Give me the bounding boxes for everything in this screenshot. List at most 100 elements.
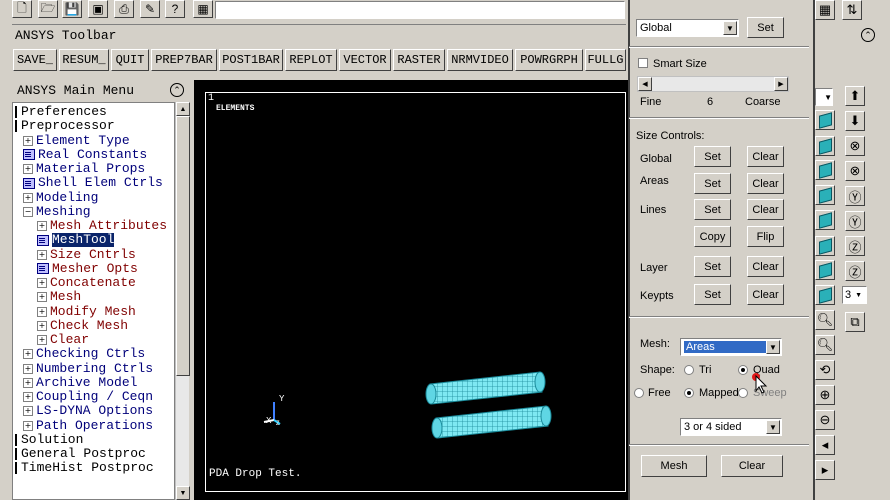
pan-left-icon[interactable]: ◂ <box>815 435 835 455</box>
prep7bar-button[interactable]: PREP7BAR <box>151 49 217 71</box>
expand-icon[interactable]: + <box>37 278 47 288</box>
menu-item-mesh-attributes[interactable]: + Mesh Attributes <box>13 219 167 233</box>
pin-icon[interactable]: ⇅ <box>842 0 862 20</box>
expand-icon[interactable]: + <box>23 349 33 360</box>
view-left-icon[interactable] <box>815 236 835 256</box>
save-button[interactable]: SAVE_ <box>13 49 57 71</box>
lines-set-button[interactable]: Set <box>694 199 731 220</box>
expand-icon[interactable]: + <box>37 221 47 231</box>
keypts-set-button[interactable]: Set <box>694 284 731 305</box>
replot-button[interactable]: REPLOT <box>285 49 337 71</box>
view-iso-icon[interactable] <box>815 260 835 280</box>
expand-icon[interactable]: + <box>23 192 33 203</box>
mesh-button[interactable]: Mesh <box>641 455 707 477</box>
post1bar-button[interactable]: POST1BAR <box>219 49 283 71</box>
expand-icon[interactable]: + <box>37 292 47 303</box>
rotate-y-icon[interactable]: Ⓨ <box>845 186 865 206</box>
layer-set-button[interactable]: Set <box>694 256 731 277</box>
menu-item-solution[interactable]: Solution <box>13 432 83 447</box>
expand-icon[interactable]: + <box>23 377 33 388</box>
element-attributes-select[interactable]: Global ▼ <box>636 19 739 37</box>
smart-size-slider[interactable]: ◀ ▶ <box>637 76 789 92</box>
view-oblique-icon[interactable] <box>815 285 835 305</box>
menu-item-ls-dyna-options[interactable]: + LS-DYNA Options <box>13 404 153 418</box>
powrgrph-button[interactable]: POWRGRPH <box>515 49 583 71</box>
expand-icon[interactable]: + <box>23 420 33 431</box>
zoom-box-icon[interactable]: 🔍︎ <box>815 335 835 355</box>
zoom-back-icon[interactable]: ⟲ <box>815 360 835 380</box>
quit-button[interactable]: QUIT <box>111 49 149 71</box>
menu-item-material-props[interactable]: + Material Props <box>13 162 145 176</box>
zoom-in-icon[interactable]: ⊕ <box>815 385 835 405</box>
menu-item-path-operations[interactable]: + Path Operations <box>13 418 153 433</box>
collapse-toolbar-icon[interactable]: ⌃ <box>861 28 875 42</box>
menu-item-timehist-postproc[interactable]: TimeHist Postproc <box>13 461 154 475</box>
expand-icon[interactable]: + <box>37 320 47 331</box>
sweep-radio[interactable] <box>738 388 748 398</box>
menu-item-check-mesh[interactable]: + Check Mesh <box>13 318 128 333</box>
areas-set-button[interactable]: Set <box>694 173 731 194</box>
command-input[interactable] <box>215 1 625 19</box>
menu-item-coupling-ceqn[interactable]: + Coupling / Ceqn <box>13 390 153 404</box>
help-icon[interactable]: ? <box>165 0 185 18</box>
lines-flip-button[interactable]: Flip <box>747 226 784 247</box>
lines-clear-button[interactable]: Clear <box>747 199 784 220</box>
chevron-down-icon[interactable]: ▼ <box>766 420 780 434</box>
menu-item-general-postproc[interactable]: General Postproc <box>13 447 146 461</box>
areas-clear-button[interactable]: Clear <box>747 173 784 194</box>
calculator-icon[interactable]: ▦ <box>193 0 213 18</box>
dynamic-mode-icon[interactable]: ⧉ <box>845 312 865 332</box>
collapse-icon[interactable]: − <box>23 206 33 217</box>
menu-item-element-type[interactable]: + Element Type <box>13 133 130 148</box>
slider-left-arrow-icon[interactable]: ◀ <box>638 77 652 91</box>
grid-icon[interactable]: ▦ <box>815 0 835 20</box>
raster-button[interactable]: RASTER <box>393 49 445 71</box>
view-top-icon[interactable] <box>815 160 835 180</box>
resume-button[interactable]: RESUM_ <box>59 49 109 71</box>
expand-icon[interactable]: + <box>37 335 47 345</box>
view-bottom-icon[interactable] <box>815 185 835 205</box>
sided-select[interactable]: 3 or 4 sided ▼ <box>680 418 782 436</box>
expand-icon[interactable]: + <box>23 363 33 374</box>
edit-icon[interactable]: ✎ <box>140 0 160 18</box>
rotate-z-icon[interactable]: Ⓩ <box>845 236 865 256</box>
free-radio[interactable] <box>634 388 644 398</box>
scroll-thumb[interactable] <box>176 116 190 376</box>
clear-mesh-button[interactable]: Clear <box>721 455 783 477</box>
rotation-step-select[interactable]: 3 ▼ <box>842 286 867 304</box>
expand-icon[interactable]: + <box>37 306 47 317</box>
mesh-entity-select[interactable]: Areas ▼ <box>680 338 782 356</box>
pan-up-icon[interactable]: ⬆ <box>845 86 865 106</box>
new-file-icon[interactable]: 🗋 <box>12 0 32 18</box>
report-icon[interactable]: ▣ <box>88 0 108 18</box>
rotate-x-neg-icon[interactable]: ⊗ <box>845 161 865 181</box>
open-folder-icon[interactable]: 🗁 <box>38 0 58 18</box>
global-clear-button[interactable]: Clear <box>747 146 784 167</box>
smart-size-checkbox[interactable] <box>638 58 648 68</box>
nrmvideo-button[interactable]: NRMVIDEO <box>447 49 513 71</box>
zoom-out-icon[interactable]: ⊖ <box>815 410 835 430</box>
chevron-down-icon[interactable]: ▼ <box>766 340 780 354</box>
save-icon[interactable]: 💾 <box>62 0 82 18</box>
menu-item-size-cntrls[interactable]: + Size Cntrls <box>13 247 136 262</box>
menu-item-concatenate[interactable]: + Concatenate <box>13 276 136 290</box>
lines-copy-button[interactable]: Copy <box>694 226 731 247</box>
expand-icon[interactable]: + <box>37 249 47 260</box>
shape-tri-radio[interactable] <box>684 365 694 375</box>
menu-item-archive-model[interactable]: + Archive Model <box>13 375 137 390</box>
global-set-button[interactable]: Set <box>694 146 731 167</box>
expand-icon[interactable]: + <box>23 164 33 174</box>
menu-item-clear[interactable]: + Clear <box>13 333 89 347</box>
menu-item-shell-elem-ctrls[interactable]: Shell Elem Ctrls <box>13 176 163 190</box>
menu-item-modeling[interactable]: + Modeling <box>13 190 98 205</box>
slider-right-arrow-icon[interactable]: ▶ <box>774 77 788 91</box>
expand-icon[interactable]: + <box>23 406 33 417</box>
menu-item-mesh[interactable]: + Mesh <box>13 290 81 304</box>
menu-item-meshtool[interactable]: MeshTool <box>13 233 115 248</box>
menu-item-meshing[interactable]: − Meshing <box>13 204 91 219</box>
pan-right-icon[interactable]: ▸ <box>815 460 835 480</box>
view-front-icon[interactable] <box>815 110 835 130</box>
expand-icon[interactable]: + <box>23 392 33 402</box>
fullg-button[interactable]: FULLG <box>585 49 626 71</box>
scroll-up-icon[interactable]: ▲ <box>176 102 190 116</box>
